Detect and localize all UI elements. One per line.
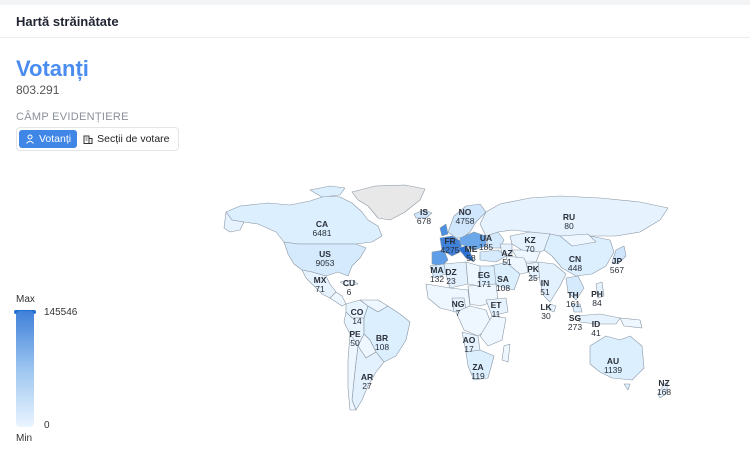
legend-max-value: 145546	[44, 307, 78, 318]
country-value-label-UA: 185	[479, 242, 493, 252]
country-value-label-IS: 678	[417, 216, 431, 226]
highlight-field-label: CÂMP EVIDENȚIERE	[16, 111, 129, 123]
person-icon	[26, 134, 34, 144]
country-value-label-AZ: 51	[502, 257, 512, 267]
country-value-label-ME: 58	[466, 253, 476, 263]
country-value-label-NG: 7	[456, 308, 461, 318]
country-value-label-LK: 30	[541, 311, 551, 321]
tasmania-shape[interactable]	[623, 383, 631, 391]
country-value-label-AR: 27	[362, 381, 372, 391]
votanti-button-label: Votanți	[39, 133, 72, 145]
country-value-label-PH: 84	[592, 298, 602, 308]
country-value-label-PE: 50	[350, 338, 360, 348]
country-value-label-BR: 108	[375, 342, 389, 352]
page-header: Hartă străinătate	[0, 5, 750, 38]
country-value-label-ET: 11	[492, 309, 501, 319]
country-value-label-PK: 25	[528, 273, 538, 283]
metric-title: Votanți	[16, 56, 89, 81]
country-value-label-DZ: 23	[446, 276, 456, 286]
country-value-label-ZA: 119	[471, 371, 485, 381]
country-value-label-AU: 1139	[604, 365, 623, 375]
votanti-button[interactable]: Votanți	[19, 130, 78, 148]
country-value-label-US: 9053	[316, 258, 335, 268]
country-value-label-MX: 71	[315, 284, 325, 294]
papua-shape[interactable]	[619, 317, 643, 329]
country-value-label-NO: 4758	[456, 216, 475, 226]
country-value-label-CN: 448	[568, 263, 582, 273]
highlight-field-toggle: Votanți Secții de votare	[16, 127, 179, 151]
country-value-label-CU: 6	[347, 287, 352, 297]
country-value-label-FR: 4275	[441, 245, 460, 255]
page-title: Hartă străinătate	[16, 14, 119, 29]
country-value-label-CO: 14	[352, 316, 362, 326]
country-value-label-ID: 41	[591, 328, 601, 338]
sectii-de-votare-button-label: Secții de votare	[97, 133, 170, 145]
metric-total-value: 803.291	[16, 83, 60, 97]
legend-gradient-bar	[16, 311, 34, 427]
country-value-label-JP: 567	[610, 265, 624, 275]
country-value-label-TH: 161	[566, 299, 580, 309]
legend-min-label: Min	[16, 433, 33, 444]
country-value-label-AO: 17	[464, 344, 474, 354]
country-value-label-IN: 51	[540, 287, 550, 297]
arctic-islands-shape[interactable]	[309, 185, 346, 198]
madagascar-shape[interactable]	[501, 343, 511, 363]
legend-max-label: Max	[16, 294, 35, 305]
country-value-label-NZ: 168	[657, 387, 671, 397]
building-icon	[83, 135, 93, 144]
country-value-label-SA: 108	[496, 283, 510, 293]
country-value-label-KZ: 70	[525, 244, 535, 254]
world-map: CA6481US9053MX71CU6CO14PE50 BR108AR27IS67…	[223, 184, 671, 411]
legend-min-value: 0	[44, 420, 50, 431]
country-value-label-CA: 6481	[313, 228, 332, 238]
sectii-de-votare-button[interactable]: Secții de votare	[77, 130, 175, 148]
country-value-label-SG: 273	[568, 322, 582, 332]
country-value-label-RU: 80	[564, 221, 574, 231]
country-value-label-MA: 132	[430, 274, 444, 284]
country-CA-shape[interactable]	[225, 195, 383, 245]
uk-shape[interactable]	[439, 223, 449, 237]
country-value-label-EG: 171	[477, 279, 491, 289]
